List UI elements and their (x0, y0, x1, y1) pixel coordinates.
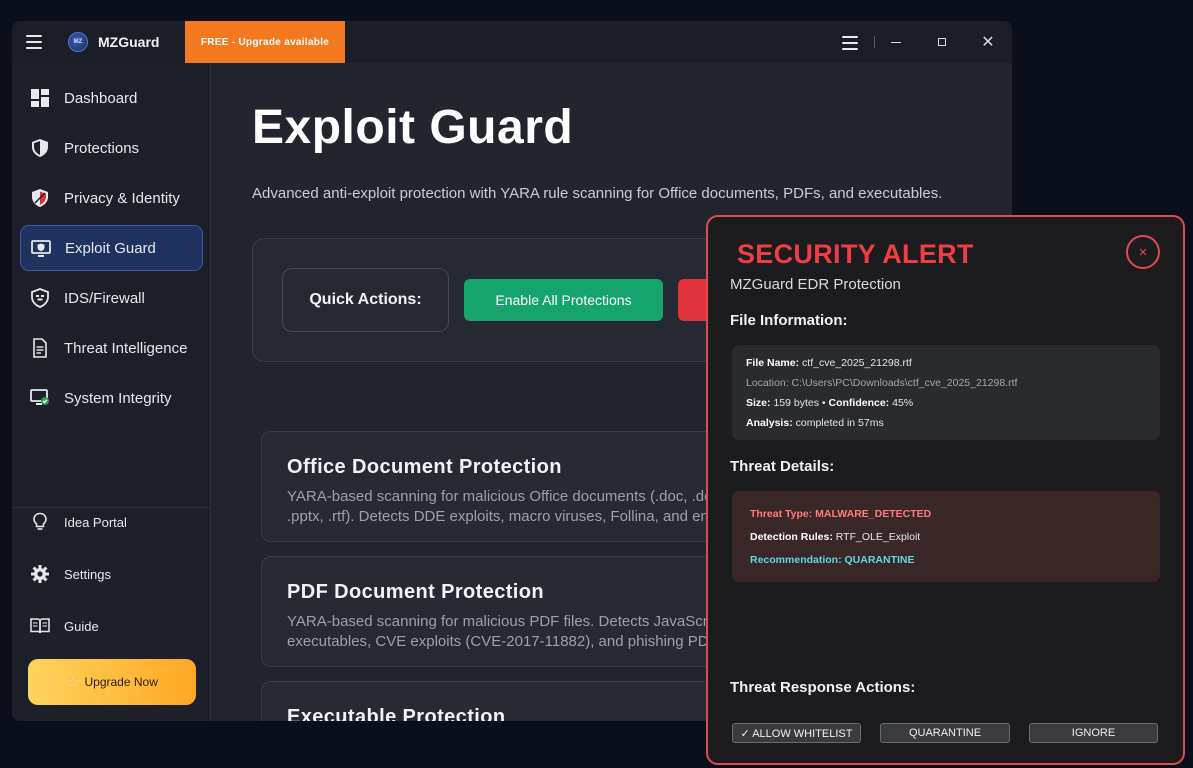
gear-icon (31, 565, 49, 583)
ignore-button[interactable]: IGNORE (1029, 723, 1158, 743)
detection-rules-label: Detection Rules: (750, 531, 833, 543)
detection-rules-value: RTF_OLE_Exploit (835, 531, 921, 543)
sidebar-item-protections[interactable]: Protections (20, 125, 203, 171)
page-title: Exploit Guard (252, 101, 574, 154)
quarantine-button[interactable]: QUARANTINE (880, 723, 1010, 743)
alert-subtitle: MZGuard EDR Protection (730, 276, 901, 293)
upgrade-now-button[interactable]: ☆ Upgrade Now (28, 659, 196, 705)
sidebar-item-guide[interactable]: Guide (20, 603, 203, 649)
sidebar-item-dashboard[interactable]: Dashboard (20, 75, 203, 121)
threat-details-heading: Threat Details: (730, 458, 835, 475)
maximize-icon (938, 38, 946, 46)
close-window-button[interactable]: ✕ (976, 31, 1000, 53)
detection-rules-row: Detection Rules: RTF_OLE_Exploit (750, 528, 1142, 551)
dashboard-icon (31, 89, 49, 107)
allow-whitelist-button[interactable]: ✓ ALLOW WHITELIST (732, 723, 861, 743)
minimize-icon (891, 41, 901, 43)
sidebar-item-settings[interactable]: Settings (20, 551, 203, 597)
separator-dot: • (821, 397, 826, 409)
sidebar-item-label: Idea Portal (64, 514, 127, 530)
monitor-check-icon (30, 389, 49, 405)
firewall-shield-icon (31, 288, 49, 308)
mzguard-logo: MZ (68, 32, 88, 52)
hamburger-menu-icon[interactable] (26, 35, 42, 49)
file-size-value: 159 bytes (773, 397, 819, 409)
file-size-row: Size: 159 bytes • Confidence: 45% (746, 395, 1146, 415)
star-icon: ☆ (66, 674, 81, 691)
sidebar-item-label: Threat Intelligence (64, 339, 188, 357)
card-description-line: YARA-based scanning for malicious PDF fi… (287, 613, 724, 630)
analysis-value: completed in 57ms (795, 417, 884, 429)
quick-actions-label: Quick Actions: (282, 268, 449, 332)
threat-details-box: Threat Type: MALWARE_DETECTED Detection … (732, 491, 1160, 582)
sidebar: Dashboard Protections Privacy & Identity… (12, 63, 211, 721)
file-analysis-row: Analysis: completed in 57ms (746, 415, 1146, 435)
title-bar: MZ MZGuard FREE - Upgrade available ✕ (12, 21, 1012, 63)
sidebar-item-idea-portal[interactable]: Idea Portal (20, 499, 203, 545)
threat-type: Threat Type: MALWARE_DETECTED (750, 508, 932, 520)
book-icon (30, 618, 50, 634)
sidebar-item-label: IDS/Firewall (64, 289, 145, 307)
file-name-row: File Name: ctf_cve_2025_21298.rtf (746, 355, 1146, 375)
file-location-value: C:\Users\PC\Downloads\ctf_cve_2025_21298… (791, 377, 1018, 389)
alert-close-button[interactable]: × (1126, 235, 1160, 269)
upgrade-available-badge[interactable]: FREE - Upgrade available (185, 21, 345, 63)
shield-icon (32, 139, 48, 157)
confidence-label: Confidence: (828, 397, 890, 409)
maximize-button[interactable] (930, 31, 954, 53)
recommendation: Recommendation: QUARANTINE (750, 554, 915, 566)
sidebar-item-label: Protections (64, 139, 140, 157)
file-location-row: Location: C:\Users\PC\Downloads\ctf_cve_… (746, 375, 1146, 395)
file-size-label: Size: (746, 397, 771, 409)
app-title: MZGuard (98, 34, 160, 50)
sidebar-item-label: Settings (64, 566, 111, 582)
alert-title: SECURITY ALERT (737, 239, 974, 269)
file-name-label: File Name: (746, 357, 800, 369)
card-title: Executable Protection (287, 706, 506, 721)
enable-all-protections-button[interactable]: Enable All Protections (464, 279, 663, 321)
card-description-line: .pptx, .rtf). Detects DDE exploits, macr… (287, 508, 722, 525)
lightbulb-icon (33, 512, 47, 530)
upgrade-now-label: Upgrade Now (84, 675, 158, 689)
sidebar-item-label: System Integrity (64, 389, 172, 407)
file-information-heading: File Information: (730, 312, 848, 329)
security-alert-dialog: SECURITY ALERT MZGuard EDR Protection × … (706, 215, 1185, 765)
sidebar-item-label: Exploit Guard (65, 239, 156, 257)
sidebar-item-system-integrity[interactable]: System Integrity (20, 375, 203, 421)
document-icon (33, 338, 47, 358)
threat-response-actions-heading: Threat Response Actions: (730, 679, 916, 696)
privacy-shield-icon (32, 189, 48, 207)
sidebar-item-label: Guide (64, 618, 99, 634)
card-description-line: YARA-based scanning for malicious Office… (287, 488, 713, 505)
sidebar-item-label: Privacy & Identity (64, 189, 180, 207)
analysis-label: Analysis: (746, 417, 793, 429)
card-description-line: executables, CVE exploits (CVE-2017-1188… (287, 633, 726, 650)
file-location-label: Location: (746, 377, 789, 389)
monitor-shield-icon (31, 240, 51, 257)
sidebar-item-label: Dashboard (64, 89, 138, 107)
minimize-button[interactable] (884, 31, 908, 53)
file-information-box: File Name: ctf_cve_2025_21298.rtf Locati… (732, 345, 1160, 440)
sidebar-item-ids-firewall[interactable]: IDS/Firewall (20, 275, 203, 321)
titlebar-divider (874, 36, 875, 48)
confidence-value: 45% (892, 397, 914, 409)
sidebar-item-privacy-identity[interactable]: Privacy & Identity (20, 175, 203, 221)
card-title: PDF Document Protection (287, 581, 544, 603)
sidebar-item-threat-intelligence[interactable]: Threat Intelligence (20, 325, 203, 371)
sidebar-item-exploit-guard[interactable]: Exploit Guard (20, 225, 203, 271)
file-name-value: ctf_cve_2025_21298.rtf (802, 357, 912, 369)
options-menu-icon[interactable] (842, 36, 858, 50)
card-title: Office Document Protection (287, 456, 562, 478)
page-description: Advanced anti-exploit protection with YA… (252, 185, 943, 202)
